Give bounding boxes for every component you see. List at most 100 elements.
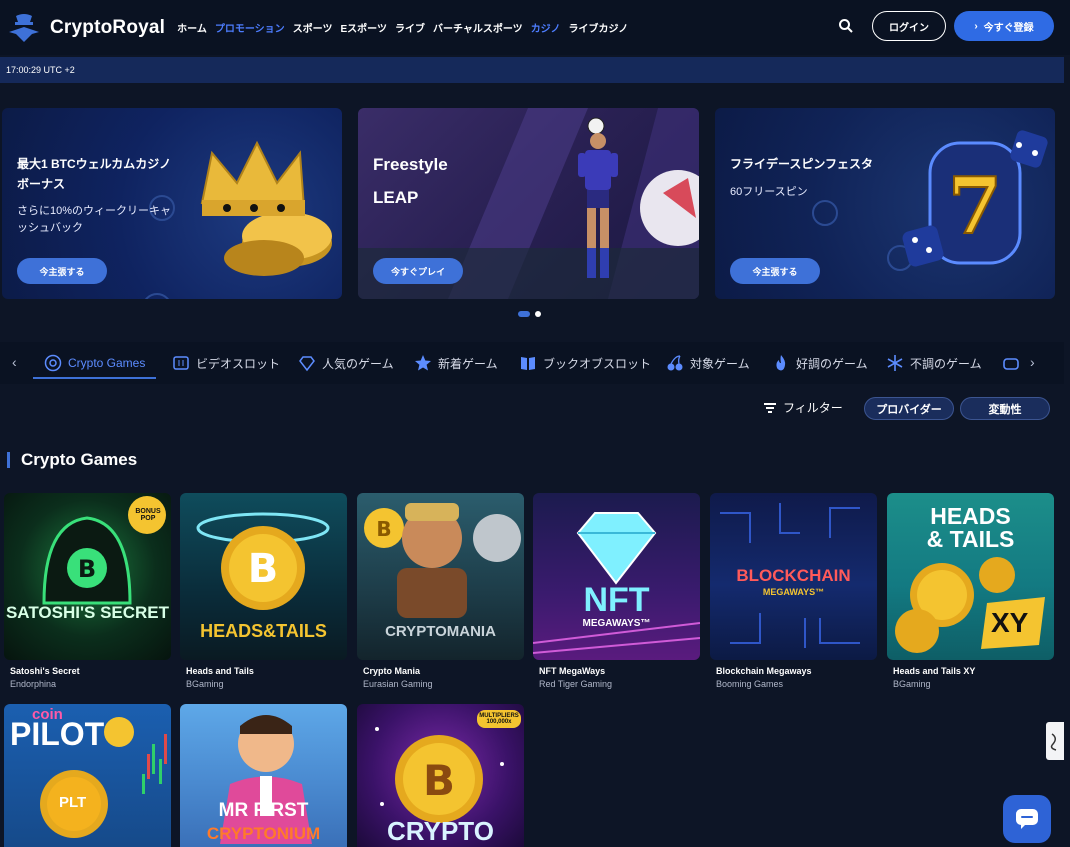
- svg-text:B: B: [78, 555, 96, 583]
- svg-text:B: B: [248, 546, 279, 592]
- active-tab-underline: [33, 377, 156, 379]
- filter-label: フィルター: [783, 401, 843, 415]
- tab-more[interactable]: [1002, 352, 1020, 374]
- game-art-badge: PLT: [59, 794, 87, 811]
- game-provider: Red Tiger Gaming: [539, 679, 613, 689]
- logo-mark-icon: [6, 10, 42, 46]
- flame-icon: [776, 355, 786, 371]
- treasure-icon: [1003, 358, 1019, 370]
- brand-name: CryptoRoyal: [50, 16, 166, 38]
- tab-book-slots[interactable]: ブックオブスロット: [519, 352, 651, 374]
- game-tile-mr-first-cryptonium[interactable]: MR FIRST CRYPTONIUM: [180, 704, 347, 847]
- register-button[interactable]: › 今すぐ登録: [954, 11, 1054, 41]
- crypto-games-icon: [44, 354, 62, 372]
- tab-video-slots[interactable]: ビデオスロット: [172, 352, 280, 374]
- game-provider: BGaming: [186, 679, 224, 689]
- svg-text:B: B: [376, 517, 391, 541]
- game-tile-nft-megaways[interactable]: NFT MEGAWAYS™: [533, 493, 700, 660]
- login-button[interactable]: ログイン: [872, 11, 946, 41]
- game-art-subtitle: MEGAWAYS™: [762, 587, 825, 597]
- banner-2-play-button[interactable]: 今すぐプレイ: [373, 258, 463, 284]
- tab-popular[interactable]: 人気のゲーム: [298, 352, 394, 374]
- game-art-title: CRYPTOMANIA: [385, 623, 496, 640]
- cherries-icon: [667, 355, 683, 371]
- brand-logo[interactable]: CryptoRoyal: [6, 10, 165, 46]
- banner-3-title: フライデースピンフェスタ: [730, 157, 874, 171]
- game-tile-crypto-mania[interactable]: B CRYPTOMANIA: [357, 493, 524, 660]
- tab-new[interactable]: 新着ゲーム: [414, 352, 498, 374]
- multiplier-badge: MULTIPLIERS 100,000x: [477, 710, 521, 728]
- game-art-title: MR FIRST: [218, 800, 309, 821]
- game-art-subtitle: MEGAWAYS™: [582, 618, 651, 629]
- carousel-dots: [518, 311, 541, 317]
- tab-crypto-games[interactable]: Crypto Games: [44, 352, 145, 374]
- game-name[interactable]: Heads and Tails XY: [893, 666, 975, 676]
- game-tile-coin-pilot[interactable]: coin PILOT PLT: [4, 704, 171, 847]
- svg-text:7: 7: [948, 161, 1002, 252]
- game-provider: Endorphina: [10, 679, 57, 689]
- banner-welcome-bonus[interactable]: 最大1 BTCウェルカムカジノ ボーナス さらに10%のウィークリーキャ ッシュ…: [2, 108, 342, 299]
- diamond-icon: [299, 356, 315, 372]
- chat-bubble-icon: [1016, 809, 1038, 829]
- game-name[interactable]: NFT MegaWays: [539, 666, 605, 676]
- carousel-dot-2[interactable]: [535, 311, 541, 317]
- game-name[interactable]: Satoshi's Secret: [10, 666, 80, 676]
- game-tile-crypto-gold[interactable]: B MULTIPLIERS 100,000x CRYPTO: [357, 704, 524, 847]
- tab-label: 不調のゲーム: [910, 356, 982, 371]
- game-art-title: NFT: [583, 581, 650, 619]
- game-name[interactable]: Heads and Tails: [186, 666, 254, 676]
- nav-item-esports[interactable]: Eスポーツ: [341, 20, 387, 35]
- slot-machine-icon: [173, 356, 189, 370]
- banner-1-title-line2: ボーナス: [17, 177, 66, 191]
- banner-1-sub-line2: ッシュバック: [17, 222, 83, 234]
- nav-item-virtual-sports[interactable]: バーチャルスポーツ: [433, 20, 523, 35]
- tab-label: 好調のゲーム: [796, 356, 868, 371]
- nav-item-live-casino[interactable]: ライブカジノ: [569, 20, 629, 35]
- banner-1-title-line1: 最大1 BTCウェルカムカジノ: [17, 157, 172, 171]
- current-time: 17:00:29 UTC +2: [6, 65, 75, 75]
- nav-item-promotions[interactable]: プロモーション: [215, 20, 285, 35]
- game-tile-satoshis-secret[interactable]: B SATOSHI'S SECRET BONUS POP: [4, 493, 171, 660]
- game-name[interactable]: Blockchain Megaways: [716, 666, 812, 676]
- banner-1-claim-button[interactable]: 今主張する: [17, 258, 107, 284]
- tab-cold[interactable]: 不調のゲーム: [886, 352, 982, 374]
- chevron-left-icon[interactable]: ‹: [12, 354, 17, 370]
- banner-1-sub-line1: さらに10%のウィークリーキャ: [17, 205, 172, 217]
- bonus-pop-badge: BONUS POP: [135, 508, 161, 522]
- tab-label: Crypto Games: [68, 356, 146, 370]
- register-label: 今すぐ登録: [983, 22, 1034, 34]
- side-widget-icon: [1050, 733, 1057, 751]
- tab-label: ビデオスロット: [196, 356, 281, 371]
- banner-3-claim-button[interactable]: 今主張する: [730, 258, 820, 284]
- side-tab-widget[interactable]: [1046, 722, 1064, 760]
- volatility-filter-button[interactable]: 変動性: [960, 397, 1050, 420]
- filter-button[interactable]: フィルター: [763, 399, 843, 416]
- banner-freestyle-leap[interactable]: Freestyle LEAP 今すぐプレイ: [358, 108, 699, 299]
- page-scrollbar[interactable]: [1064, 57, 1070, 847]
- game-name[interactable]: Crypto Mania: [363, 666, 420, 676]
- game-art: [533, 512, 700, 654]
- game-tile-blockchain-megaways[interactable]: BLOCKCHAIN MEGAWAYS™: [710, 493, 877, 660]
- chevron-right-icon[interactable]: ›: [1030, 354, 1035, 370]
- search-icon[interactable]: [834, 14, 858, 38]
- live-chat-button[interactable]: [1003, 795, 1051, 843]
- game-tile-heads-and-tails[interactable]: B HEADS&TAILS: [180, 493, 347, 660]
- banner-friday-spins[interactable]: 7 フライデースピンフェスタ 60フリースピン 今主張する: [715, 108, 1055, 299]
- nav-item-home[interactable]: ホーム: [177, 20, 207, 35]
- filter-icon: [764, 402, 776, 413]
- game-tile-heads-and-tails-xy[interactable]: HEADS & TAILS XY: [887, 493, 1054, 660]
- nav-item-casino[interactable]: カジノ: [531, 20, 561, 35]
- provider-filter-button[interactable]: プロバイダー: [864, 397, 954, 420]
- category-tabs: ‹ Crypto Games ビデオスロット 人気のゲーム 新着ゲーム ブックオ…: [0, 342, 1064, 384]
- book-icon: [521, 357, 535, 370]
- section-title: Crypto Games: [21, 450, 138, 469]
- tab-eligible[interactable]: 対象ゲーム: [666, 352, 750, 374]
- nav-item-sports[interactable]: スポーツ: [293, 20, 333, 35]
- carousel-dot-1[interactable]: [518, 311, 530, 317]
- game-art-title: HEADS&TAILS: [200, 621, 327, 641]
- game-provider: Booming Games: [716, 679, 784, 689]
- nav-item-live[interactable]: ライブ: [395, 20, 425, 35]
- game-art-title-2: & TAILS: [926, 526, 1015, 552]
- tab-hot[interactable]: 好調のゲーム: [772, 352, 868, 374]
- tab-label: 人気のゲーム: [322, 356, 394, 371]
